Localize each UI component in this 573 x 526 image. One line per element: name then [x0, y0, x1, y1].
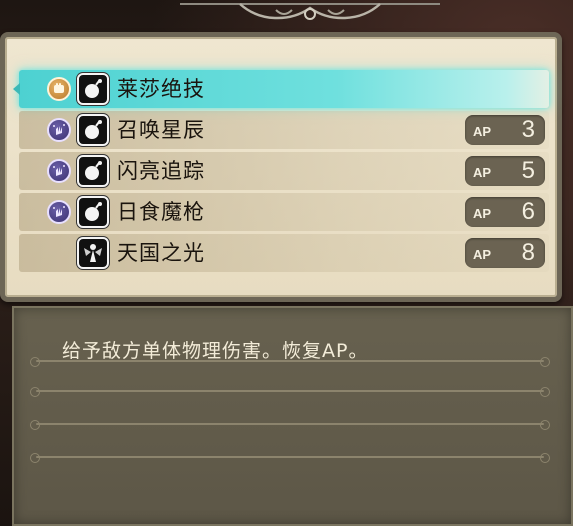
bomb-icon [77, 196, 109, 228]
ap-cost-badge: AP 6 [465, 197, 545, 227]
bomb-icon [77, 73, 109, 105]
ap-label: AP [473, 124, 492, 139]
skill-name: 日食魔枪 [117, 200, 205, 224]
sparkle-hand-icon [47, 200, 71, 224]
bomb-icon [77, 114, 109, 146]
ap-cost-badge: AP 3 [465, 115, 545, 145]
skill-name: 天国之光 [117, 241, 205, 265]
ap-label: AP [473, 206, 492, 221]
divider [30, 387, 550, 397]
angel-icon [77, 237, 109, 269]
skill-row[interactable]: 日食魔枪 AP 6 [19, 193, 549, 231]
sparkle-hand-icon [47, 159, 71, 183]
ap-value: 6 [521, 198, 535, 225]
ap-value: 3 [521, 116, 535, 143]
description-panel: 给予敌方单体物理伤害。恢复AP。 [12, 306, 573, 526]
divider [30, 420, 550, 430]
top-ornament [180, 3, 440, 20]
divider [30, 453, 550, 463]
ap-value: 5 [521, 157, 535, 184]
divider [30, 357, 550, 367]
ap-cost-badge: AP 8 [465, 238, 545, 268]
ap-value: 8 [521, 239, 535, 266]
skill-name: 召唤星辰 [117, 118, 205, 142]
skill-name: 莱莎绝技 [117, 77, 205, 101]
skill-list-panel: 莱莎绝技 召唤星辰 AP 3 闪亮追踪 AP 5 日食魔枪 AP 6 天国之光 … [0, 32, 562, 302]
fist-icon [47, 77, 71, 101]
skill-row[interactable]: 天国之光 AP 8 [19, 234, 549, 272]
skill-row[interactable]: 闪亮追踪 AP 5 [19, 152, 549, 190]
ap-label: AP [473, 165, 492, 180]
ap-label: AP [473, 247, 492, 262]
skill-name: 闪亮追踪 [117, 159, 205, 183]
skill-row[interactable]: 召唤星辰 AP 3 [19, 111, 549, 149]
ap-cost-badge: AP 5 [465, 156, 545, 186]
skill-row[interactable]: 莱莎绝技 [13, 70, 549, 108]
bomb-icon [77, 155, 109, 187]
skill-description: 给予敌方单体物理伤害。恢复AP。 [62, 340, 369, 362]
selection-cursor-icon [13, 83, 20, 95]
sparkle-hand-icon [47, 118, 71, 142]
